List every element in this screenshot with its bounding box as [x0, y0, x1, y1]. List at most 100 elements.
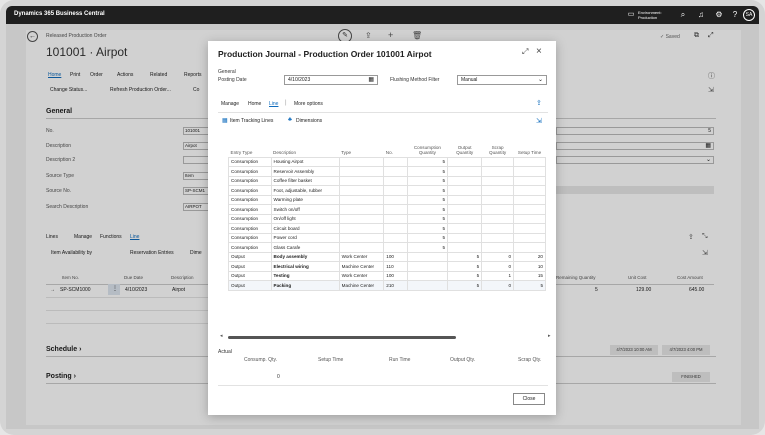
cell-setup-time[interactable] — [513, 166, 546, 177]
cell-setup-time[interactable] — [513, 156, 546, 167]
more-options[interactable]: More options — [294, 101, 323, 107]
cell-consumption-quantity[interactable] — [406, 251, 449, 262]
help-icon[interactable]: ? — [730, 10, 740, 20]
cell-type[interactable] — [338, 166, 385, 177]
cell-no[interactable]: 100 — [383, 251, 408, 262]
cell-no[interactable]: 100 — [383, 270, 408, 281]
close-button[interactable]: Close — [513, 393, 545, 405]
cell-scrap-quantity[interactable] — [481, 185, 515, 196]
cell-no[interactable]: 110 — [383, 261, 408, 272]
table-row[interactable]: Consumption On/off light 5 — [228, 213, 546, 224]
cell-output-quantity[interactable]: 5 — [447, 270, 483, 281]
cell-description[interactable]: Packing — [270, 280, 340, 291]
cell-output-quantity[interactable] — [447, 166, 483, 177]
cell-no[interactable] — [383, 175, 408, 186]
cell-output-quantity[interactable]: 5 — [447, 261, 483, 272]
cell-setup-time[interactable]: 10 — [513, 261, 546, 272]
cell-output-quantity[interactable]: 5 — [447, 251, 483, 262]
cell-entry-type[interactable]: Output — [228, 280, 272, 291]
cell-setup-time[interactable] — [513, 213, 546, 224]
cell-type[interactable] — [338, 232, 385, 243]
cell-type[interactable] — [338, 204, 385, 215]
item-tracking-lines-action[interactable]: Item Tracking Lines — [230, 118, 273, 124]
col-entry-type[interactable]: Entry Type — [229, 137, 272, 157]
share-icon[interactable]: ⇪ — [536, 99, 542, 107]
calendar-icon[interactable]: ▦ — [368, 76, 374, 84]
cell-output-quantity[interactable]: 5 — [447, 280, 483, 291]
cell-no[interactable] — [383, 213, 408, 224]
table-row[interactable]: Consumption Glass Carafe 5 — [228, 242, 546, 253]
cell-entry-type[interactable]: Consumption — [228, 194, 272, 205]
cell-description[interactable]: Body assembly — [270, 251, 340, 262]
cell-consumption-quantity[interactable]: 5 — [406, 223, 449, 234]
table-row[interactable]: Output Packing Machine Center 210 5 0 5 — [228, 280, 546, 291]
table-row[interactable]: Output Electrical wiring Machine Center 110… — [228, 261, 546, 272]
col-description[interactable]: Description — [271, 137, 339, 157]
cell-scrap-quantity[interactable]: 0 — [481, 280, 515, 291]
col-type[interactable]: Type — [339, 137, 384, 157]
cell-type[interactable] — [338, 194, 385, 205]
cell-output-quantity[interactable] — [447, 194, 483, 205]
col-no[interactable]: No. — [384, 137, 407, 157]
cell-no[interactable] — [383, 204, 408, 215]
table-row[interactable]: Consumption Foot, adjustable, rubber 5 — [228, 185, 546, 196]
cell-description[interactable]: Coffee filter basket — [270, 175, 340, 186]
cell-no[interactable] — [383, 232, 408, 243]
pin-icon[interactable]: ⇲ — [536, 117, 542, 125]
cell-entry-type[interactable]: Consumption — [228, 156, 272, 167]
cell-output-quantity[interactable] — [447, 204, 483, 215]
cell-output-quantity[interactable] — [447, 213, 483, 224]
cell-setup-time[interactable] — [513, 242, 546, 253]
scroll-right-icon[interactable]: ▸ — [548, 333, 551, 339]
cell-consumption-quantity[interactable]: 5 — [406, 204, 449, 215]
cell-entry-type[interactable]: Consumption — [228, 242, 272, 253]
cell-setup-time[interactable] — [513, 223, 546, 234]
table-row[interactable]: Consumption Coffee filter basket 5 — [228, 175, 546, 186]
table-row[interactable]: Output Body assembly Work Center 100 5 0 20 — [228, 251, 546, 262]
cell-description[interactable]: Electrical wiring — [270, 261, 340, 272]
cell-entry-type[interactable]: Output — [228, 261, 272, 272]
cell-scrap-quantity[interactable] — [481, 232, 515, 243]
cell-no[interactable] — [383, 185, 408, 196]
cell-entry-type[interactable]: Consumption — [228, 223, 272, 234]
cell-description[interactable]: Circuit board — [270, 223, 340, 234]
table-row[interactable]: Consumption Switch on/off 5 — [228, 204, 546, 215]
scroll-left-icon[interactable]: ◂ — [220, 333, 223, 339]
cell-consumption-quantity[interactable] — [406, 270, 449, 281]
table-row[interactable]: Consumption Power cord 5 — [228, 232, 546, 243]
cell-output-quantity[interactable] — [447, 175, 483, 186]
cell-output-quantity[interactable] — [447, 156, 483, 167]
cell-type[interactable]: Machine Center — [338, 261, 385, 272]
cell-scrap-quantity[interactable]: 0 — [481, 251, 515, 262]
cell-scrap-quantity[interactable] — [481, 242, 515, 253]
cell-type[interactable] — [338, 156, 385, 167]
cell-entry-type[interactable]: Consumption — [228, 166, 272, 177]
cell-consumption-quantity[interactable]: 5 — [406, 194, 449, 205]
cell-no[interactable] — [383, 194, 408, 205]
cell-consumption-quantity[interactable]: 5 — [406, 185, 449, 196]
cell-entry-type[interactable]: Consumption — [228, 232, 272, 243]
cell-entry-type[interactable]: Output — [228, 270, 272, 281]
cell-description[interactable]: Reservoir Assembly — [270, 166, 340, 177]
cell-no[interactable] — [383, 242, 408, 253]
cell-type[interactable]: Work Center — [338, 270, 385, 281]
environment-indicator[interactable]: Environment: Production — [638, 10, 662, 20]
tab-home[interactable]: Home — [248, 101, 261, 107]
col-setup-time[interactable]: Setup Time — [514, 137, 546, 157]
cell-output-quantity[interactable] — [447, 185, 483, 196]
cell-entry-type[interactable]: Consumption — [228, 204, 272, 215]
cell-scrap-quantity[interactable] — [481, 166, 515, 177]
cell-entry-type[interactable]: Consumption — [228, 175, 272, 186]
bell-icon[interactable]: ♫ — [696, 10, 706, 20]
cell-entry-type[interactable]: Consumption — [228, 185, 272, 196]
expand-dialog-icon[interactable]: ⤢ — [522, 47, 528, 57]
gear-icon[interactable]: ⚙ — [714, 10, 724, 20]
cell-scrap-quantity[interactable] — [481, 213, 515, 224]
cell-type[interactable]: Machine Center — [338, 280, 385, 291]
cell-entry-type[interactable]: Output — [228, 251, 272, 262]
cell-description[interactable]: Testing — [270, 270, 340, 281]
cell-consumption-quantity[interactable] — [406, 280, 449, 291]
cell-description[interactable]: On/off light — [270, 213, 340, 224]
cell-output-quantity[interactable] — [447, 242, 483, 253]
cell-description[interactable]: Power cord — [270, 232, 340, 243]
